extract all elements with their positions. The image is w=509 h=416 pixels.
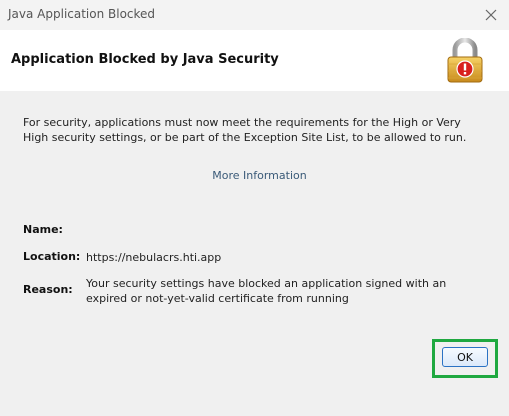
lock-warning-icon	[447, 38, 483, 83]
more-information-link[interactable]: More Information	[0, 169, 509, 182]
title-bar: Java Application Blocked	[0, 0, 509, 30]
reason-value: Your security settings have blocked an a…	[86, 277, 447, 305]
security-message: For security, applications must now meet…	[23, 116, 467, 144]
location-label: Location:	[23, 250, 81, 263]
reason-label: Reason:	[23, 283, 73, 296]
ok-button[interactable]: OK	[442, 347, 488, 367]
location-value: https://nebulacrs.hti.app	[86, 251, 222, 264]
header-title: Application Blocked by Java Security	[11, 52, 279, 67]
dialog-header: Application Blocked by Java Security	[0, 30, 509, 91]
close-button[interactable]	[473, 0, 509, 30]
close-icon	[485, 9, 497, 21]
window-title: Java Application Blocked	[8, 7, 156, 21]
name-label: Name:	[23, 223, 63, 236]
